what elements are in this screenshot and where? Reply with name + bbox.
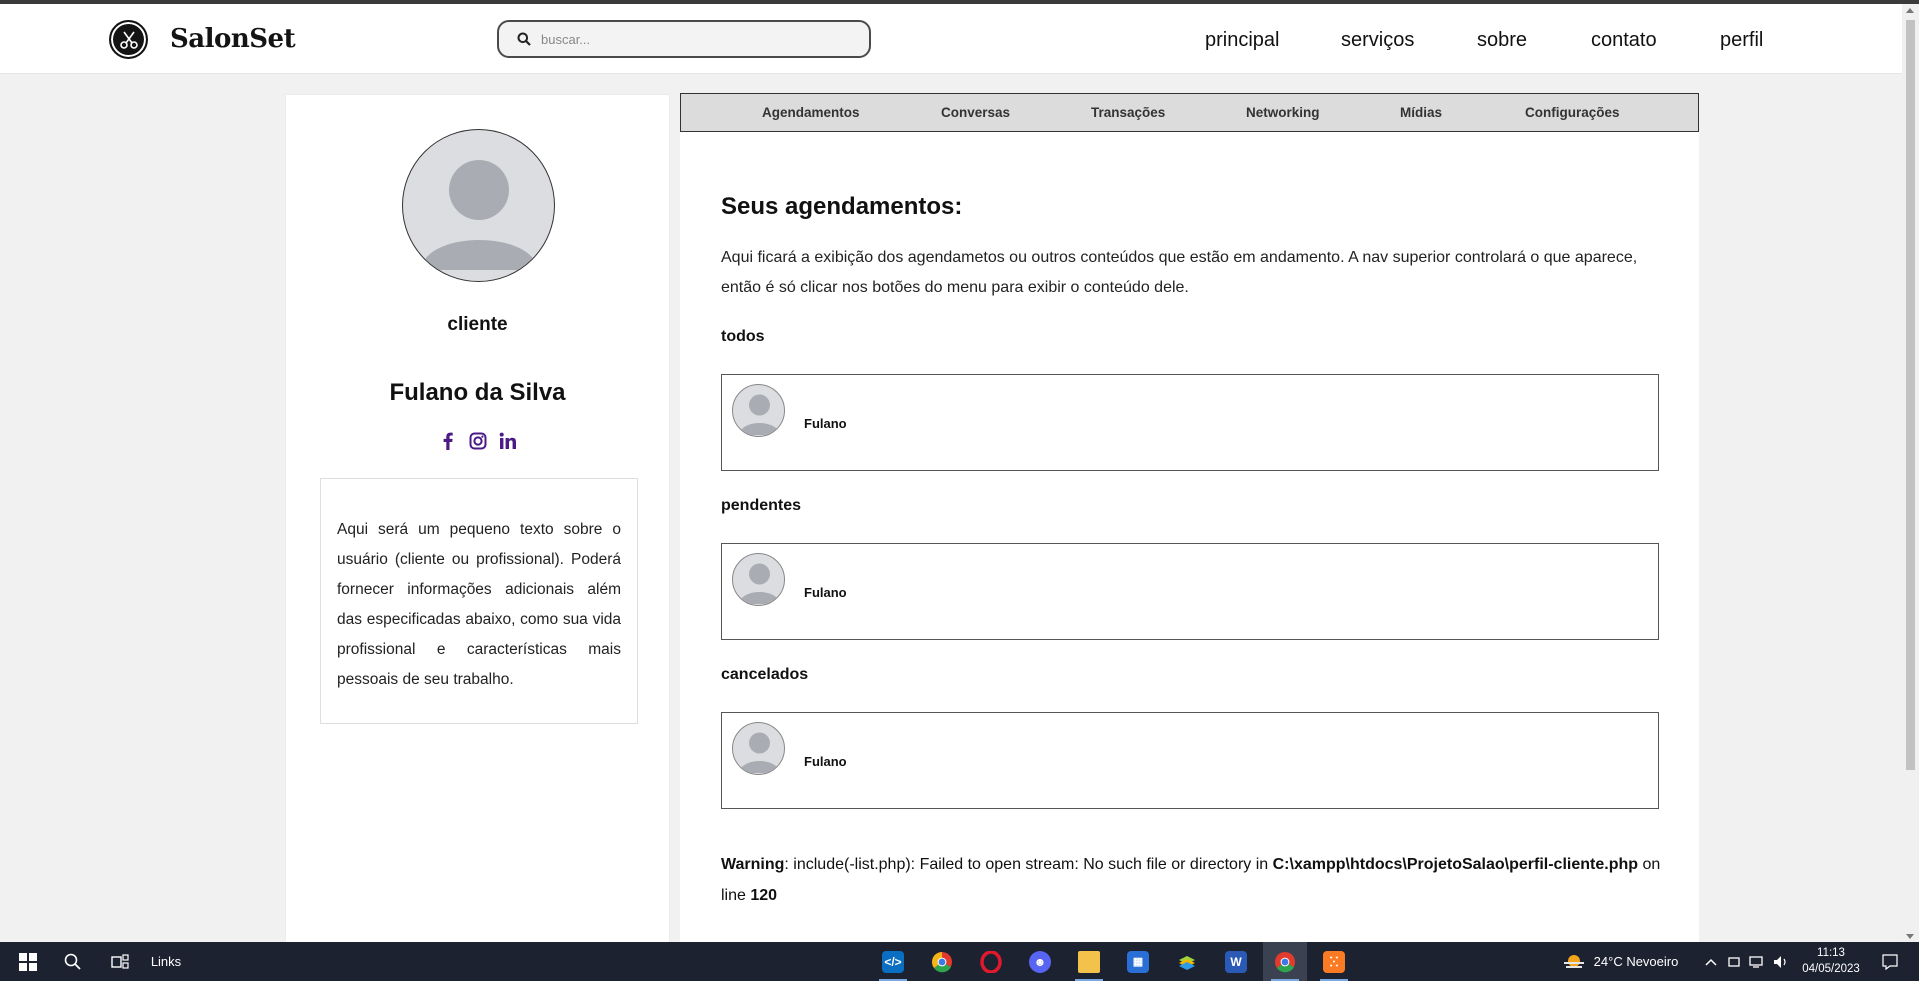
brand-name[interactable]: SalonSet	[170, 24, 296, 54]
clock-time: 11:13	[1817, 947, 1845, 959]
appointment-name: Fulano	[804, 585, 847, 600]
scissors-logo-icon[interactable]	[109, 20, 148, 59]
scissors-icon	[119, 31, 138, 49]
meet-now-icon[interactable]	[1725, 942, 1743, 981]
avatar	[732, 553, 785, 606]
taskbar-clock[interactable]: 11:13 04/05/2023	[1796, 945, 1866, 977]
search-bar[interactable]	[497, 20, 871, 58]
appointment-name: Fulano	[804, 416, 847, 431]
about-text: Aqui será um pequeno texto sobre o usuár…	[320, 478, 638, 724]
windows-start-icon[interactable]	[8, 942, 48, 981]
chrome-profile-app-icon[interactable]	[1263, 942, 1307, 981]
tab-agendamentos[interactable]: Agendamentos	[762, 105, 860, 120]
clock-date: 04/05/2023	[1802, 963, 1860, 975]
warning-message: : include(-list.php): Failed to open str…	[784, 856, 1273, 873]
appointment-card[interactable]: Fulano	[721, 712, 1659, 809]
volume-icon[interactable]	[1771, 942, 1791, 981]
discord-app-icon[interactable]: ☻	[1018, 942, 1062, 981]
site-header: SalonSet principal serviços sobre contat…	[0, 4, 1902, 74]
appointment-card[interactable]: Fulano	[721, 374, 1659, 471]
profile-tabs: Agendamentos Conversas Transações Networ…	[680, 93, 1699, 132]
tab-networking[interactable]: Networking	[1246, 105, 1320, 120]
user-placeholder-icon	[421, 160, 538, 270]
appointment-card[interactable]: Fulano	[721, 543, 1659, 640]
xampp-app-icon[interactable]: ⵘ	[1312, 942, 1356, 981]
task-view-icon[interactable]	[100, 942, 140, 981]
profile-name: Fulano da Silva	[389, 379, 566, 406]
user-placeholder-icon	[739, 732, 780, 773]
windows-taskbar: Links </> ☻ ▦ W ⵘ 24°C Nevoeiro 11:13 04…	[0, 942, 1919, 981]
nav-servicos[interactable]: serviços	[1341, 29, 1414, 52]
linkedin-icon[interactable]	[499, 431, 517, 451]
appointment-name: Fulano	[804, 754, 847, 769]
nav-principal[interactable]: principal	[1205, 29, 1279, 52]
network-icon[interactable]	[1748, 942, 1766, 981]
notifications-icon[interactable]	[1875, 942, 1905, 981]
tab-transacoes[interactable]: Transações	[1091, 105, 1165, 120]
nav-sobre[interactable]: sobre	[1477, 29, 1527, 52]
weather-widget[interactable]: 24°C Nevoeiro	[1550, 942, 1690, 981]
page-scrollbar[interactable]	[1902, 4, 1919, 942]
page-title: Seus agendamentos:	[721, 193, 963, 220]
user-placeholder-icon	[739, 394, 780, 435]
section-label-todos: todos	[721, 328, 765, 345]
bluestacks-app-icon[interactable]	[1165, 942, 1209, 981]
tab-configuracoes[interactable]: Configurações	[1525, 105, 1620, 120]
instagram-icon[interactable]	[469, 431, 487, 451]
vscode-app-icon[interactable]: </>	[871, 942, 915, 981]
user-placeholder-icon	[739, 563, 780, 604]
facebook-icon[interactable]	[439, 431, 457, 451]
section-label-cancelados: cancelados	[721, 666, 809, 683]
nav-perfil[interactable]: perfil	[1720, 29, 1763, 52]
search-input[interactable]	[541, 31, 841, 47]
taskbar-links-toolbar[interactable]: Links	[146, 942, 186, 981]
avatar	[732, 384, 785, 437]
nav-contato[interactable]: contato	[1591, 29, 1657, 52]
page-description: Aqui ficará a exibição dos agendametos o…	[721, 249, 1638, 296]
profile-role: cliente	[447, 314, 508, 335]
fog-weather-icon	[1563, 954, 1584, 968]
social-links	[286, 431, 669, 451]
warning-line-number: 120	[750, 887, 778, 904]
taskbar-search-icon[interactable]	[52, 942, 92, 981]
scroll-down-icon[interactable]	[1906, 934, 1914, 939]
avatar	[402, 129, 555, 282]
tab-conversas[interactable]: Conversas	[941, 105, 1010, 120]
scrollbar-thumb[interactable]	[1906, 20, 1915, 770]
search-icon[interactable]	[517, 32, 531, 46]
file-explorer-app-icon[interactable]	[1067, 942, 1111, 981]
scroll-up-icon[interactable]	[1906, 8, 1914, 13]
opera-app-icon[interactable]	[969, 942, 1013, 981]
profile-card: cliente Fulano da Silva Aqui será um peq…	[285, 94, 670, 981]
chevron-up-icon[interactable]	[1702, 942, 1720, 981]
warning-label: Warning	[721, 856, 785, 873]
main-panel: Agendamentos Conversas Transações Networ…	[680, 93, 1699, 981]
weather-text: 24°C Nevoeiro	[1593, 954, 1679, 969]
warning-path: C:\xampp\htdocs\ProjetoSalao\perfil-clie…	[1272, 856, 1639, 873]
section-label-pendentes: pendentes	[721, 497, 802, 514]
links-label: Links	[150, 954, 182, 969]
avatar	[732, 722, 785, 775]
php-warning: Warning: include(-list.php): Failed to o…	[721, 849, 1671, 911]
chrome-app-icon[interactable]	[920, 942, 964, 981]
ms-store-app-icon[interactable]: ▦	[1116, 942, 1160, 981]
tab-midias[interactable]: Mídias	[1400, 105, 1442, 120]
word-app-icon[interactable]: W	[1214, 942, 1258, 981]
